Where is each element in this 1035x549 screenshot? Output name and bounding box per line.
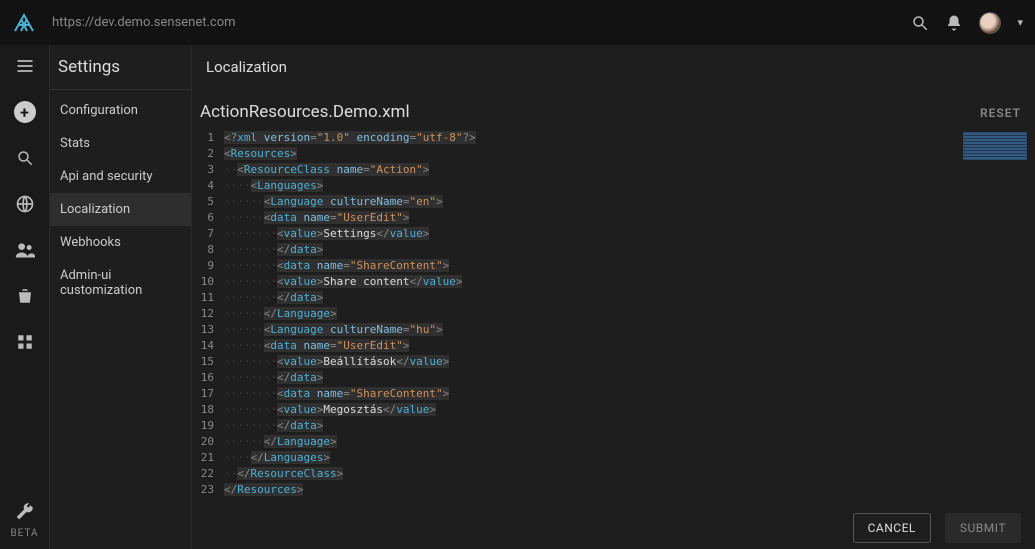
sidebar-item-api-security[interactable]: Api and security [50, 160, 191, 193]
content: Localization ActionResources.Demo.xml RE… [191, 45, 1035, 549]
main: + BETA Settings Configuration Stats Api [0, 45, 1035, 549]
file-name: ActionResources.Demo.xml [200, 102, 410, 122]
sidebar-item-label: Localization [60, 202, 130, 217]
add-button[interactable]: + [14, 101, 36, 123]
sidebar-item-webhooks[interactable]: Webhooks [50, 226, 191, 259]
sidebar-item-stats[interactable]: Stats [50, 127, 191, 160]
editor-minimap[interactable] [963, 132, 1027, 160]
avatar[interactable] [979, 12, 1001, 34]
address-url: https://dev.demo.sensenet.com [52, 15, 911, 30]
editor-gutter: 1234567891011121314151617181920212223 [200, 130, 224, 498]
users-icon[interactable] [14, 239, 36, 261]
account-menu-caret[interactable]: ▾ [1017, 16, 1023, 29]
sidebar-item-admin-ui[interactable]: Admin-ui customization [50, 259, 191, 307]
grid-icon[interactable] [14, 331, 36, 353]
topbar-actions: ▾ [911, 12, 1023, 34]
settings-sidebar: Settings Configuration Stats Api and sec… [50, 45, 191, 549]
content-title: Localization [206, 58, 1021, 76]
topbar: https://dev.demo.sensenet.com ▾ [0, 0, 1035, 45]
sidebar-item-label: Webhooks [60, 235, 121, 250]
editor-code[interactable]: <?xml version="1.0" encoding="utf-8"?><R… [224, 130, 1027, 498]
sidebar-item-label: Configuration [60, 103, 138, 118]
cancel-button[interactable]: CANCEL [853, 513, 931, 543]
sidebar-item-label: Admin-ui customization [60, 268, 142, 298]
sidebar-item-localization[interactable]: Localization [50, 193, 191, 226]
search-nav-icon[interactable] [14, 147, 36, 169]
notifications-icon[interactable] [945, 14, 963, 32]
sidebar-item-label: Api and security [60, 169, 153, 184]
sidebar-item-configuration[interactable]: Configuration [50, 94, 191, 127]
trash-icon[interactable] [14, 285, 36, 307]
sidebar-title: Settings [50, 57, 191, 89]
footer: CANCEL SUBMIT [192, 507, 1035, 549]
reset-button[interactable]: RESET [980, 106, 1021, 120]
file-row: ActionResources.Demo.xml RESET [192, 96, 1035, 126]
submit-button[interactable]: SUBMIT [945, 513, 1021, 543]
globe-icon[interactable] [14, 193, 36, 215]
hamburger-menu-icon[interactable] [14, 55, 36, 77]
beta-label: BETA [10, 528, 38, 539]
search-icon[interactable] [911, 14, 929, 32]
code-editor[interactable]: 1234567891011121314151617181920212223 <?… [192, 126, 1035, 507]
nav-rail: + BETA [0, 45, 50, 549]
wrench-icon[interactable] [14, 500, 36, 522]
app-logo[interactable] [12, 11, 36, 35]
sidebar-item-label: Stats [60, 136, 90, 151]
content-header: Localization [192, 45, 1035, 96]
